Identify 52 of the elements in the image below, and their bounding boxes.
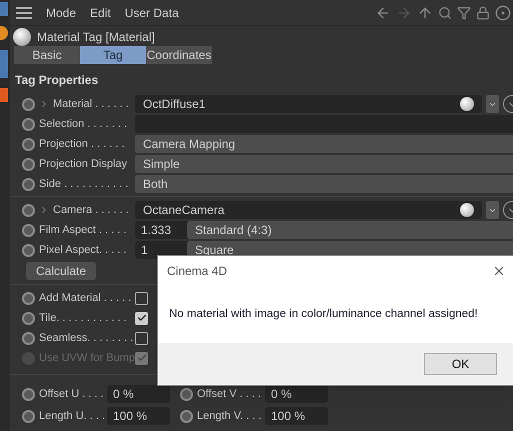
property-label: Seamless. . . . . . . . (39, 330, 131, 346)
number-field[interactable]: 1.333 (135, 221, 189, 239)
dropdown[interactable]: Simple (135, 155, 513, 173)
dialog-title: Cinema 4D (167, 263, 228, 280)
link-field[interactable]: OctaneCamera (135, 201, 482, 219)
tab[interactable]: Coordinates (146, 46, 212, 64)
property-label: Add Material . . . . . (39, 290, 131, 306)
close-icon[interactable] (492, 264, 506, 278)
section-title: Tag Properties (14, 72, 100, 89)
property-label: Offset V . . . . (197, 386, 261, 402)
property-label: Camera . . . . . . (53, 202, 130, 218)
property-label: Projection . . . . . . (39, 136, 126, 152)
property-label: Material . . . . . . (53, 96, 130, 112)
tab[interactable]: Basic (14, 46, 80, 64)
property-label: Film Aspect . . . . . (39, 222, 128, 238)
property-label: Selection . . . . . . . (39, 116, 128, 132)
menu-item[interactable]: Edit (90, 4, 111, 22)
property-label: Tile. . . . . . . . . . . . (39, 310, 128, 326)
property-label: Side . . . . . . . . . . . (39, 176, 130, 192)
checkbox[interactable] (135, 312, 148, 324)
target-icon[interactable] (495, 4, 511, 20)
number-field[interactable]: 100 % (107, 407, 170, 425)
ok-button[interactable]: OK (424, 353, 497, 375)
checkbox[interactable] (135, 332, 148, 344)
dropdown-caret-icon[interactable] (486, 95, 499, 113)
dropdown-caret-icon[interactable] (486, 201, 499, 219)
number-field[interactable]: 0 % (107, 385, 170, 403)
property-label: Length U. . . . (39, 408, 103, 424)
number-field[interactable]: 100 % (265, 407, 328, 425)
menu-icon[interactable] (16, 6, 32, 18)
property-label: Offset U . . . . (39, 386, 103, 402)
back-arrow-icon[interactable] (375, 4, 391, 20)
search-icon[interactable] (438, 6, 452, 20)
checkbox[interactable] (135, 292, 148, 304)
dropdown[interactable]: Standard (4:3) (187, 221, 513, 239)
menu-item[interactable]: Mode (46, 4, 76, 22)
panel-title: Material Tag [Material] (37, 29, 155, 46)
filter-icon[interactable] (457, 6, 471, 20)
check-icon (136, 313, 146, 323)
menu-item[interactable]: User Data (124, 4, 179, 22)
calculate-button[interactable]: Calculate (26, 262, 96, 280)
property-label: Pixel Aspect. . . . . (39, 242, 128, 258)
number-field[interactable]: 0 % (265, 385, 328, 403)
dialog-message: No material with image in color/luminance channel assigned! (169, 306, 478, 322)
property-label: Projection Display (39, 156, 128, 172)
property-label: Length V. . . . (197, 408, 261, 424)
link-field[interactable]: OctDiffuse1 (135, 95, 482, 113)
dropdown[interactable]: Camera Mapping (135, 135, 513, 153)
tab[interactable]: Tag (80, 46, 146, 64)
check-icon (136, 353, 146, 363)
lock-icon[interactable] (476, 6, 490, 20)
dropdown[interactable]: Both (135, 175, 513, 193)
